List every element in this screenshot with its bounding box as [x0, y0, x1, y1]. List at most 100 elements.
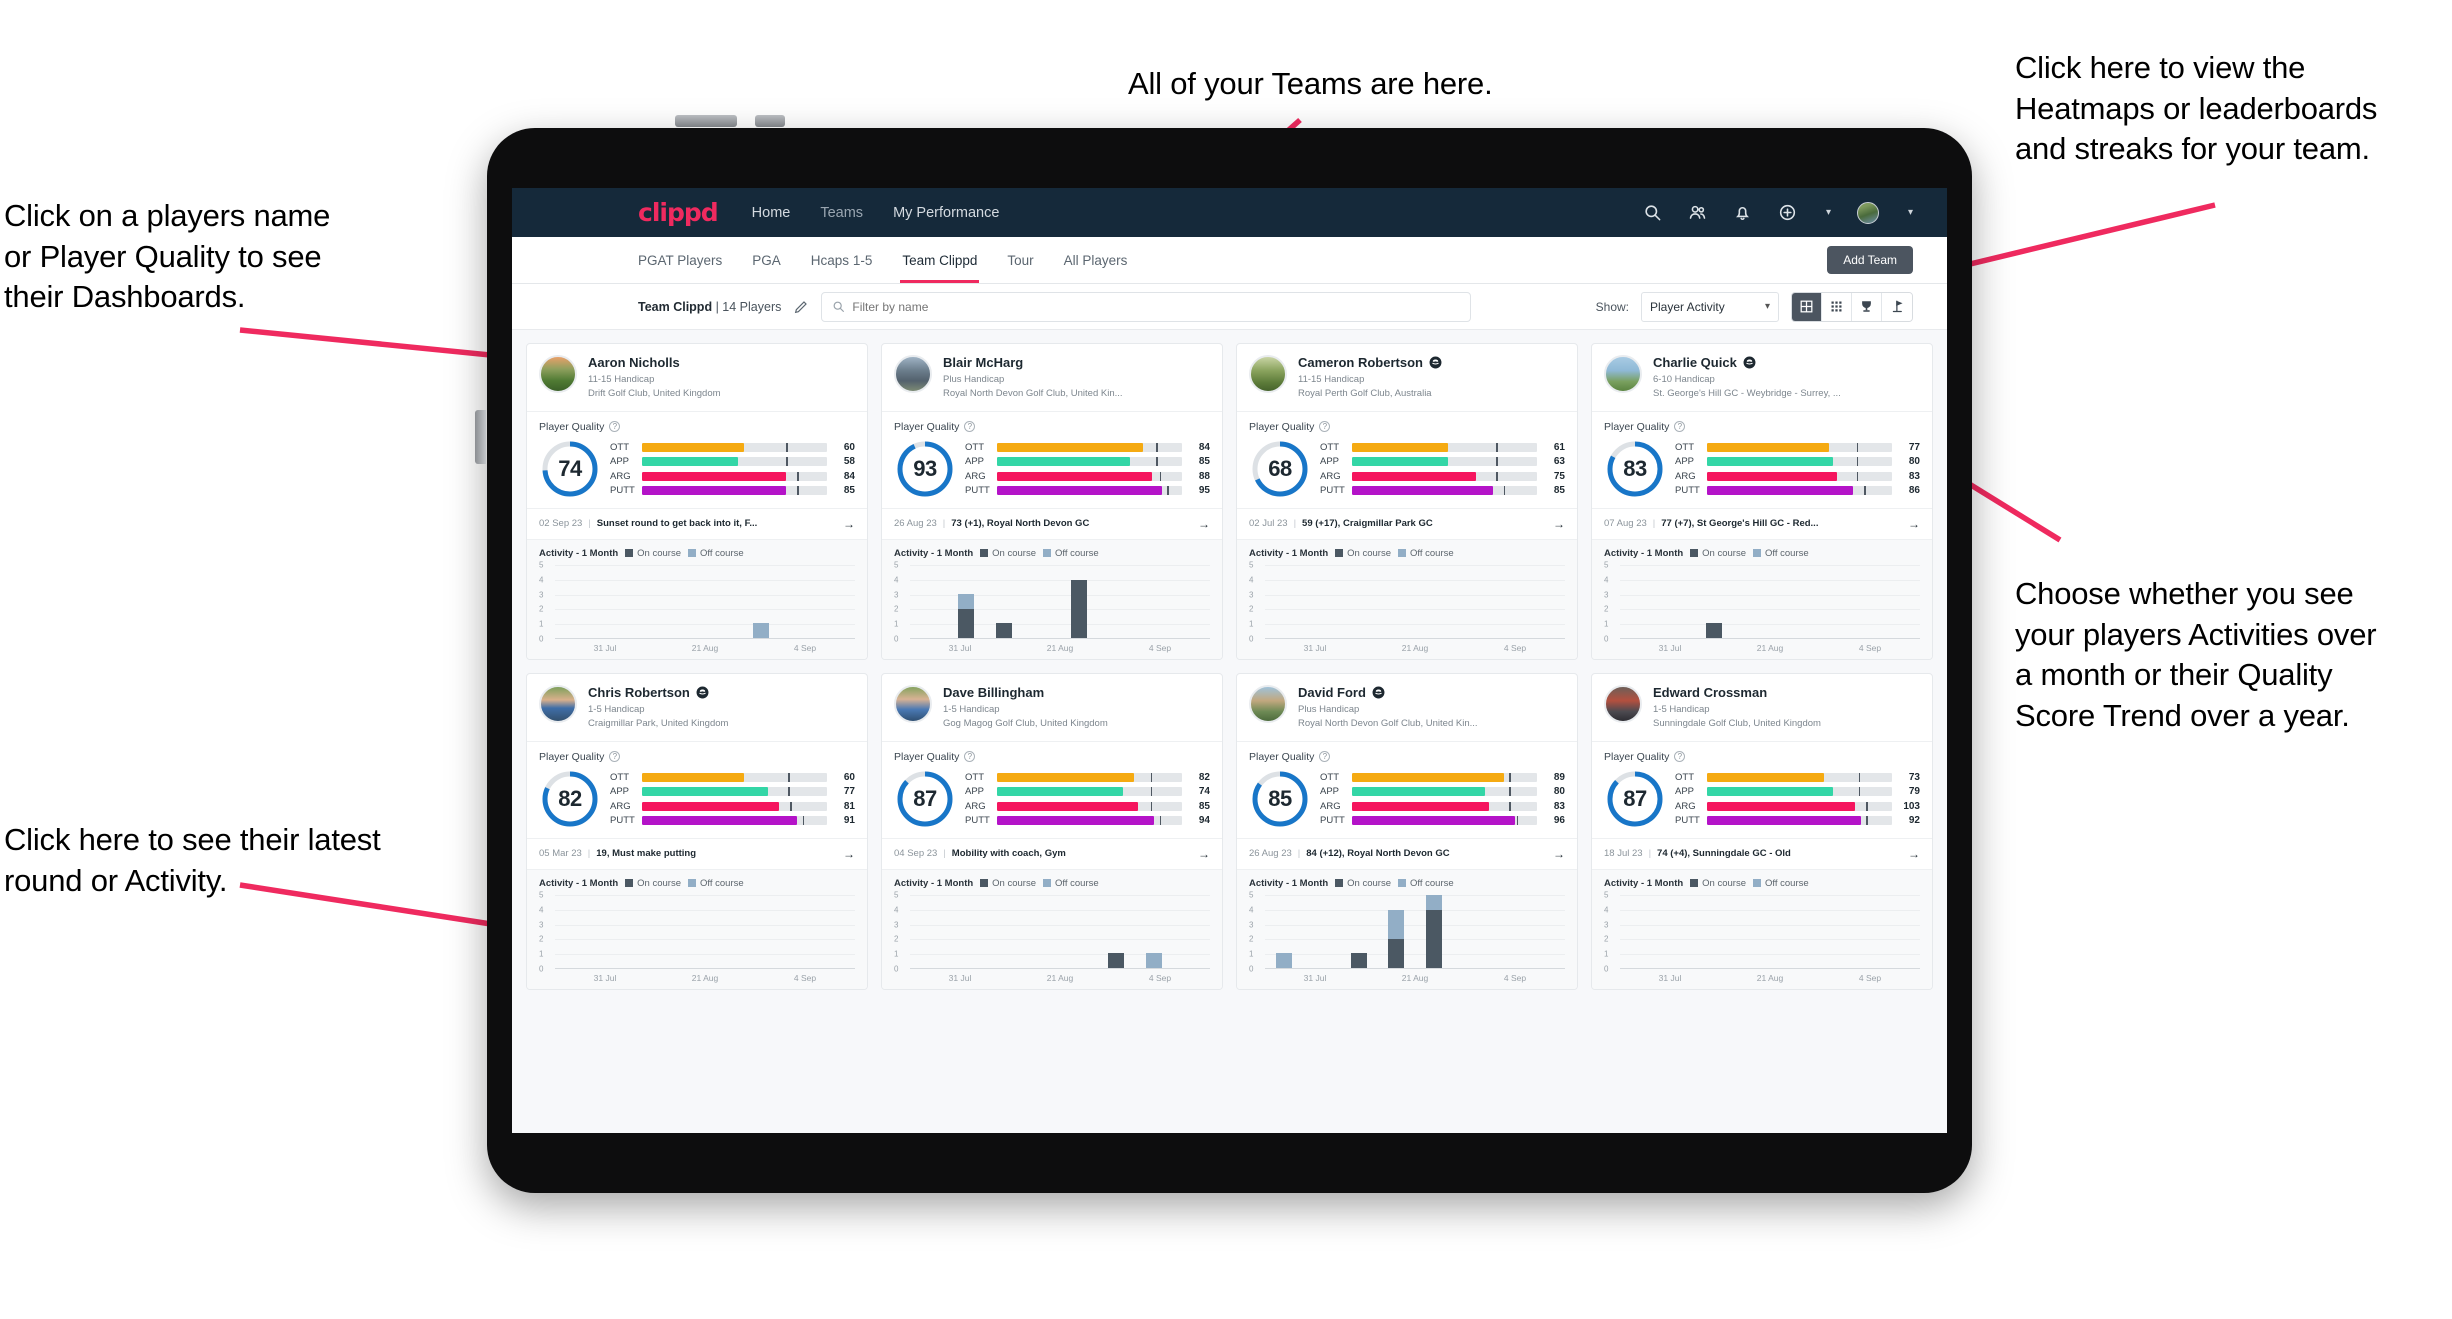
player-card[interactable]: David Ford Plus Handicap Royal North Devon…: [1236, 672, 1578, 990]
player-card[interactable]: Charlie Quick 6-10 Handicap St. George's H…: [1591, 343, 1933, 660]
pencil-icon[interactable]: [793, 299, 809, 315]
question-circle-icon[interactable]: ?: [1674, 751, 1686, 763]
player-card-header[interactable]: Dave Billingham 1-5 Handicap Gog Magog Gol…: [882, 674, 1222, 741]
latest-round-row[interactable]: 18 Jul 23 | 74 (+4), Sunningdale GC - Old →: [1592, 837, 1932, 869]
player-name[interactable]: Cameron Robertson: [1298, 355, 1423, 370]
latest-round-row[interactable]: 26 Aug 23 | 84 (+12), Royal North Devon GC…: [1237, 837, 1577, 869]
player-quality-section[interactable]: Player Quality? 85 OTT 89 APP 80 ARG 83 PUTT 96: [1237, 740, 1577, 838]
add-team-button[interactable]: Add Team: [1827, 246, 1913, 274]
player-quality-section[interactable]: Player Quality? 87 OTT 82 APP 74 ARG 85 PUTT 94: [882, 740, 1222, 838]
arrow-right-icon[interactable]: →: [1198, 847, 1210, 861]
player-card[interactable]: Blair McHarg Plus Handicap Royal North Dev…: [881, 343, 1223, 660]
question-circle-icon[interactable]: ?: [609, 421, 621, 433]
arrow-right-icon[interactable]: →: [843, 517, 855, 531]
avatar[interactable]: [1856, 201, 1879, 224]
player-card[interactable]: Aaron Nicholls 11-15 Handicap Drift Golf C…: [526, 343, 868, 660]
latest-round-row[interactable]: 02 Jul 23 | 59 (+17), Craigmillar Park GC →: [1237, 507, 1577, 539]
player-name-row[interactable]: Cameron Robertson: [1298, 355, 1565, 370]
player-name-row[interactable]: Edward Crossman: [1653, 685, 1920, 700]
player-name[interactable]: Edward Crossman: [1653, 685, 1767, 700]
question-circle-icon[interactable]: ?: [609, 751, 621, 763]
player-name[interactable]: Charlie Quick: [1653, 355, 1737, 370]
question-circle-icon[interactable]: ?: [1319, 421, 1331, 433]
player-card[interactable]: Chris Robertson 1-5 Handicap Craigmillar P…: [526, 672, 868, 990]
compact-grid-icon[interactable]: [1822, 292, 1852, 321]
nav-link-home[interactable]: Home: [752, 205, 791, 221]
search-input[interactable]: [852, 299, 1461, 314]
search-input-wrapper[interactable]: [821, 291, 1472, 322]
plus-circle-icon[interactable]: [1778, 203, 1797, 222]
player-avatar[interactable]: [1249, 684, 1287, 723]
player-avatar[interactable]: [894, 355, 932, 393]
bell-icon[interactable]: [1733, 203, 1752, 222]
player-avatar[interactable]: [1249, 355, 1287, 393]
power-button[interactable]: [475, 410, 486, 464]
player-name-row[interactable]: David Ford: [1298, 685, 1565, 700]
tab-all-players[interactable]: All Players: [1064, 237, 1128, 283]
question-circle-icon[interactable]: ?: [1674, 421, 1686, 433]
player-card-header[interactable]: Blair McHarg Plus Handicap Royal North Dev…: [882, 344, 1222, 411]
player-name[interactable]: David Ford: [1298, 685, 1366, 700]
avatar-chevron-down-icon[interactable]: ▾: [1908, 207, 1913, 218]
tab-team-clippd[interactable]: Team Clippd: [900, 237, 980, 283]
player-quality-section[interactable]: Player Quality? 82 OTT 60 APP 77 ARG 81 PUTT 91: [527, 740, 867, 838]
team-icon[interactable]: [1688, 203, 1707, 222]
arrow-right-icon[interactable]: →: [1198, 517, 1210, 531]
arrow-right-icon[interactable]: →: [1908, 847, 1920, 861]
heatmap-flag-icon[interactable]: [1882, 292, 1912, 321]
player-card[interactable]: Dave Billingham 1-5 Handicap Gog Magog Gol…: [881, 672, 1223, 990]
player-card-header[interactable]: David Ford Plus Handicap Royal North Devon…: [1237, 674, 1577, 741]
question-circle-icon[interactable]: ?: [964, 751, 976, 763]
tab-pgat-players[interactable]: PGAT Players: [638, 237, 722, 283]
player-avatar[interactable]: [1604, 355, 1642, 393]
arrow-right-icon[interactable]: →: [1908, 517, 1920, 531]
player-quality-section[interactable]: Player Quality? 87 OTT 73 APP 79 ARG 103 PUTT 92: [1592, 740, 1932, 838]
show-select[interactable]: Player Activity ▾: [1641, 291, 1779, 322]
player-quality-section[interactable]: Player Quality? 74 OTT 60 APP 58 ARG 84 PUTT 85: [527, 410, 867, 508]
player-avatar[interactable]: [1604, 684, 1642, 723]
latest-round-row[interactable]: 07 Aug 23 | 77 (+7), St George's Hill GC -…: [1592, 507, 1932, 539]
player-card-header[interactable]: Edward Crossman 1-5 Handicap Sunningdale G…: [1592, 674, 1932, 741]
arrow-right-icon[interactable]: →: [1553, 517, 1565, 531]
player-quality-section[interactable]: Player Quality? 83 OTT 77 APP 80 ARG 83 PUTT 86: [1592, 410, 1932, 508]
player-card[interactable]: Edward Crossman 1-5 Handicap Sunningdale G…: [1591, 672, 1933, 990]
player-avatar[interactable]: [539, 355, 577, 393]
player-card-header[interactable]: Aaron Nicholls 11-15 Handicap Drift Golf C…: [527, 344, 867, 411]
player-card-header[interactable]: Charlie Quick 6-10 Handicap St. George's H…: [1592, 344, 1932, 411]
arrow-right-icon[interactable]: →: [843, 847, 855, 861]
clippd-logo[interactable]: clippd: [638, 198, 719, 227]
player-card[interactable]: Cameron Robertson 11-15 Handicap Royal Per…: [1236, 343, 1578, 660]
nav-link-teams[interactable]: Teams: [820, 205, 863, 221]
player-name-row[interactable]: Aaron Nicholls: [588, 355, 855, 370]
plus-chevron-down-icon[interactable]: ▾: [1826, 207, 1831, 218]
player-name-row[interactable]: Chris Robertson: [588, 685, 855, 700]
leaderboard-trophy-icon[interactable]: [1852, 292, 1882, 321]
volume-button-down[interactable]: [755, 115, 785, 127]
player-name-row[interactable]: Blair McHarg: [943, 355, 1210, 370]
player-card-header[interactable]: Chris Robertson 1-5 Handicap Craigmillar P…: [527, 674, 867, 741]
player-name[interactable]: Aaron Nicholls: [588, 355, 680, 370]
player-card-header[interactable]: Cameron Robertson 11-15 Handicap Royal Per…: [1237, 344, 1577, 411]
question-circle-icon[interactable]: ?: [964, 421, 976, 433]
tab-pga[interactable]: PGA: [752, 237, 781, 283]
arrow-right-icon[interactable]: →: [1553, 847, 1565, 861]
search-icon[interactable]: [1643, 203, 1662, 222]
latest-round-row[interactable]: 26 Aug 23 | 73 (+1), Royal North Devon GC →: [882, 507, 1222, 539]
player-quality-section[interactable]: Player Quality? 93 OTT 84 APP 85 ARG 88 PUTT 95: [882, 410, 1222, 508]
latest-round-row[interactable]: 04 Sep 23 | Mobility with coach, Gym →: [882, 837, 1222, 869]
player-name-row[interactable]: Charlie Quick: [1653, 355, 1920, 370]
latest-round-row[interactable]: 02 Sep 23 | Sunset round to get back into …: [527, 507, 867, 539]
player-name-row[interactable]: Dave Billingham: [943, 685, 1210, 700]
player-avatar[interactable]: [539, 684, 577, 723]
player-quality-section[interactable]: Player Quality? 68 OTT 61 APP 63 ARG 75 PUTT 85: [1237, 410, 1577, 508]
tab-tour[interactable]: Tour: [1007, 237, 1033, 283]
question-circle-icon[interactable]: ?: [1319, 751, 1331, 763]
player-name[interactable]: Chris Robertson: [588, 685, 690, 700]
player-name[interactable]: Blair McHarg: [943, 355, 1023, 370]
nav-link-my-performance[interactable]: My Performance: [893, 205, 999, 221]
volume-button-up[interactable]: [675, 115, 737, 127]
player-name[interactable]: Dave Billingham: [943, 685, 1044, 700]
grid-view-icon[interactable]: [1792, 292, 1822, 321]
player-avatar[interactable]: [894, 684, 932, 723]
latest-round-row[interactable]: 05 Mar 23 | 19, Must make putting →: [527, 837, 867, 869]
